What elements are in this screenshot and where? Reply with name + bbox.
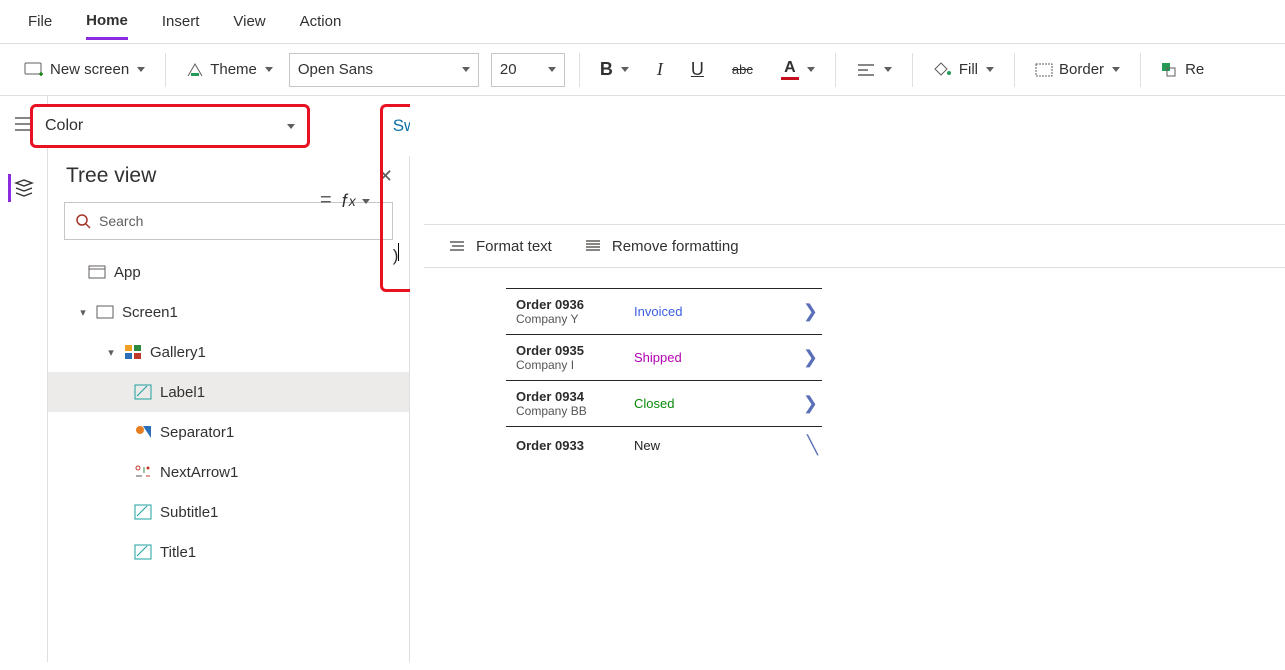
property-value: Color: [45, 117, 83, 135]
chevron-right-icon[interactable]: ❯: [803, 393, 818, 414]
gallery-icon: [124, 344, 142, 360]
chevron-down-icon: ▾: [78, 306, 88, 319]
screen-icon: [96, 305, 114, 319]
format-bar: Format text Remove formatting: [424, 224, 1285, 268]
gallery-row[interactable]: Order 0935Company I Shipped ❯: [506, 335, 822, 381]
bold-button[interactable]: B: [594, 55, 635, 84]
property-select[interactable]: Color: [30, 104, 310, 148]
underline-button[interactable]: U: [685, 55, 710, 84]
reorder-icon: [1161, 62, 1179, 78]
font-size-select[interactable]: 20: [491, 53, 565, 87]
align-button[interactable]: [850, 58, 898, 82]
toolbar: New screen Theme Open Sans 20 B I U abc: [0, 44, 1285, 96]
strikethrough-button[interactable]: abc: [726, 58, 759, 81]
chevron-down-icon: [362, 199, 370, 204]
tab-home[interactable]: Home: [86, 4, 128, 40]
tree: App ▾ Screen1 ▾ Gallery1 Label1 Separato…: [48, 250, 409, 572]
font-family-select[interactable]: Open Sans: [289, 53, 479, 87]
label-icon: [134, 504, 152, 520]
chevron-down-icon: [287, 124, 295, 129]
order-title: Order 0936: [516, 297, 626, 312]
label-icon: [134, 544, 152, 560]
remove-formatting-icon: [584, 239, 602, 253]
canvas: Format text Remove formatting Order 0936…: [410, 96, 1285, 662]
border-icon: [1035, 63, 1053, 77]
chevron-right-icon[interactable]: ❯: [803, 347, 818, 368]
format-text-button[interactable]: Format text: [448, 238, 552, 255]
fx-button[interactable]: fx: [342, 185, 370, 212]
gallery-row[interactable]: Order 0936Company Y Invoiced ❯: [506, 288, 822, 335]
fill-icon: [933, 61, 953, 79]
order-status: Shipped: [634, 350, 795, 365]
tree-node-gallery1[interactable]: ▾ Gallery1: [66, 332, 409, 372]
chevron-right-icon[interactable]: ❯: [803, 301, 818, 322]
tree-node-title1[interactable]: Title1: [66, 532, 409, 572]
menubar: File Home Insert View Action: [0, 0, 1285, 44]
tab-insert[interactable]: Insert: [162, 5, 200, 38]
fill-label: Fill: [959, 61, 978, 78]
chevron-down-icon: [548, 67, 556, 72]
chevron-down-icon: [621, 67, 629, 72]
equals-icon: =: [320, 185, 332, 212]
chevron-down-icon: [986, 67, 994, 72]
italic-button[interactable]: I: [651, 55, 669, 84]
tab-file[interactable]: File: [28, 5, 52, 38]
fill-button[interactable]: Fill: [927, 57, 1000, 83]
tree-node-screen1[interactable]: ▾ Screen1: [66, 292, 409, 332]
align-icon: [856, 62, 876, 78]
tree-node-nextarrow1[interactable]: NextArrow1: [66, 452, 409, 492]
new-screen-icon: [24, 62, 44, 78]
chevron-down-icon: [1112, 67, 1120, 72]
tree-node-separator1[interactable]: Separator1: [66, 412, 409, 452]
reorder-label: Re: [1185, 61, 1204, 78]
gallery-row[interactable]: Order 0933 New ╲: [506, 427, 822, 464]
gallery-row[interactable]: Order 0934Company BB Closed ❯: [506, 381, 822, 427]
tab-action[interactable]: Action: [300, 5, 342, 38]
chevron-down-icon: [137, 67, 145, 72]
border-button[interactable]: Border: [1029, 57, 1126, 82]
order-subtitle: Company I: [516, 358, 626, 372]
chevron-down-icon: [807, 67, 815, 72]
new-screen-button[interactable]: New screen: [18, 57, 151, 82]
order-title: Order 0935: [516, 343, 626, 358]
order-title: Order 0933: [516, 438, 626, 453]
chevron-right-icon[interactable]: ╲: [807, 435, 818, 456]
chevron-down-icon: [265, 67, 273, 72]
reorder-button[interactable]: Re: [1155, 57, 1210, 82]
chevron-down-icon: ▾: [106, 346, 116, 359]
order-status: New: [634, 438, 799, 453]
font-color-button[interactable]: A: [775, 55, 821, 84]
tab-view[interactable]: View: [233, 5, 265, 38]
border-label: Border: [1059, 61, 1104, 78]
chevron-down-icon: [462, 67, 470, 72]
nextarrow-icon: [134, 464, 152, 480]
order-title: Order 0934: [516, 389, 626, 404]
order-status: Closed: [634, 396, 795, 411]
chevron-down-icon: [884, 67, 892, 72]
new-screen-label: New screen: [50, 61, 129, 78]
theme-label: Theme: [210, 61, 257, 78]
separator-icon: [134, 424, 152, 440]
remove-formatting-button[interactable]: Remove formatting: [584, 238, 739, 255]
order-status: Invoiced: [634, 304, 795, 319]
format-text-icon: [448, 239, 466, 253]
theme-icon: [186, 62, 204, 78]
font-size-value: 20: [500, 61, 517, 78]
order-subtitle: Company BB: [516, 404, 626, 418]
tree-node-subtitle1[interactable]: Subtitle1: [66, 492, 409, 532]
gallery-preview: Order 0936Company YInvoiced❯Order 0935Co…: [506, 288, 822, 464]
theme-button[interactable]: Theme: [180, 57, 279, 82]
font-family-value: Open Sans: [298, 61, 373, 78]
order-subtitle: Company Y: [516, 312, 626, 326]
label-icon: [134, 384, 152, 400]
tree-node-label1[interactable]: Label1: [48, 372, 409, 412]
